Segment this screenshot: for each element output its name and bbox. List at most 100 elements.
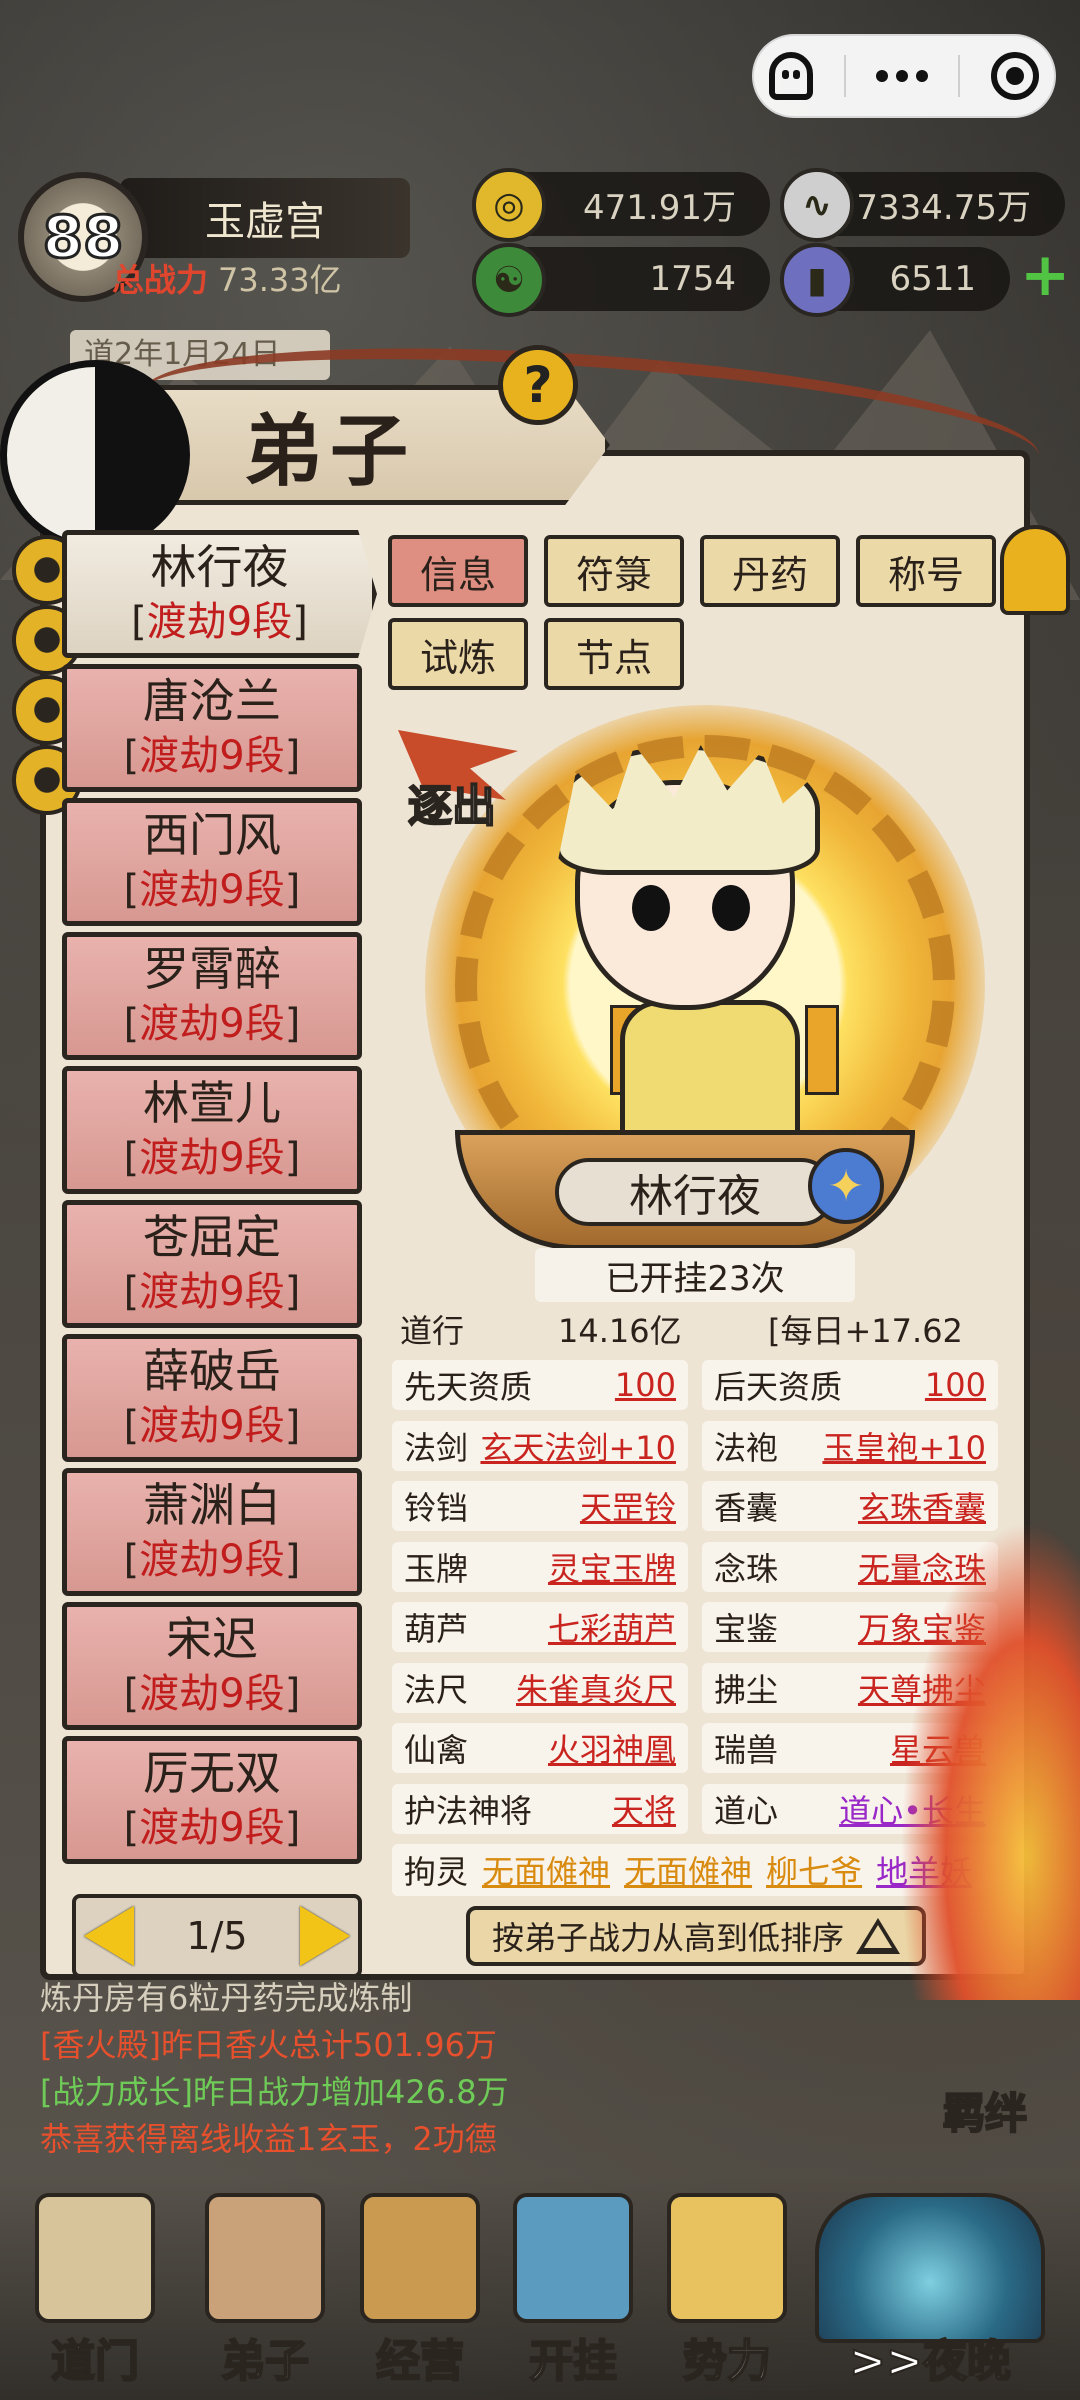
stat-value[interactable]: 玄天法剑+10: [480, 1423, 676, 1469]
nav-item[interactable]: >>夜晚: [805, 2175, 1045, 2400]
disciple-name: 厉无双: [143, 1746, 281, 1800]
disciple-rank: [渡劫9段]: [123, 1537, 301, 1583]
page-indicator: 1/5: [186, 1914, 248, 1958]
disciple-item[interactable]: 西门风 [渡劫9段]: [62, 798, 362, 926]
disciple-item[interactable]: 林行夜 [渡劫9段]: [62, 530, 377, 658]
tab-1[interactable]: 信息: [388, 535, 528, 607]
total-power-label: 总战力: [112, 261, 209, 299]
tab-2[interactable]: 符箓: [544, 535, 684, 607]
stat-value[interactable]: 灵宝玉牌: [548, 1544, 676, 1590]
nav-label: 势力: [682, 2335, 772, 2388]
disciple-rank: [渡劫9段]: [131, 599, 308, 645]
incense-icon: ∿: [780, 168, 854, 242]
prev-page-button[interactable]: [84, 1906, 134, 1966]
disciple-realm: 渡劫9段: [139, 867, 285, 913]
disciple-item[interactable]: 唐沧兰 [渡劫9段]: [62, 664, 362, 792]
stat-value[interactable]: 玉皇袍+10: [822, 1423, 986, 1469]
tab-6[interactable]: 节点: [544, 618, 684, 690]
stat-cell[interactable]: 玉牌 灵宝玉牌: [392, 1541, 688, 1592]
stat-label: 法袍: [714, 1428, 779, 1467]
disciple-rank: [渡劫9段]: [123, 1269, 301, 1315]
disciple-item[interactable]: 宋迟 [渡劫9段]: [62, 1602, 362, 1730]
stat-value[interactable]: 100: [925, 1366, 986, 1404]
stat-value[interactable]: 七彩葫芦: [548, 1604, 676, 1650]
nav-icon: [513, 2193, 633, 2323]
disciple-item[interactable]: 厉无双 [渡劫9段]: [62, 1736, 362, 1864]
nav-item[interactable]: 开挂: [498, 2175, 648, 2400]
message-log: 炼丹房有6粒丹药完成炼制 [香火殿]昨日香火总计501.96万 [战力成长]昨日战力…: [40, 1975, 640, 2175]
nav-label: 道门: [50, 2335, 140, 2388]
stat-cell[interactable]: 葫芦 七彩葫芦: [392, 1602, 688, 1652]
disciple-realm: 渡劫9段: [139, 1537, 285, 1583]
juling-label: 拘灵: [404, 1853, 469, 1891]
coin-icon: ◎: [472, 168, 546, 242]
scepter-icon[interactable]: ✦: [808, 1148, 884, 1224]
stat-cell[interactable]: 仙禽 火羽神凰: [392, 1723, 688, 1773]
jade-value: 1754: [649, 259, 736, 299]
stat-cell[interactable]: 法剑 玄天法剑+10: [392, 1420, 688, 1471]
expel-button[interactable]: 逐出: [398, 730, 538, 840]
more-icon[interactable]: [875, 70, 928, 82]
tab-3[interactable]: 丹药: [700, 535, 840, 607]
stat-row: 先天资质 100 后天资质 100: [392, 1360, 1000, 1412]
stat-label: 仙禽: [404, 1731, 469, 1769]
disciple-realm: 渡劫9段: [146, 599, 293, 645]
stat-cell[interactable]: 法尺 朱雀真炎尺: [392, 1662, 688, 1713]
disciple-rank: [渡劫9段]: [123, 1001, 301, 1047]
nav-item[interactable]: 经营: [345, 2175, 495, 2400]
disciple-rank: [渡劫9段]: [123, 867, 301, 913]
disciple-realm: 渡劫9段: [139, 1671, 285, 1717]
tab-5[interactable]: 试炼: [388, 618, 528, 690]
stat-label: 铃铛: [404, 1489, 469, 1527]
daoxing-label: 道行: [400, 1312, 465, 1350]
stat-cell[interactable]: 先天资质 100: [392, 1360, 688, 1410]
ghost-icon[interactable]: [769, 52, 814, 100]
disciple-name: 宋迟: [166, 1612, 258, 1666]
miniprogram-capsule: [752, 34, 1056, 118]
stat-value[interactable]: 朱雀真炎尺: [516, 1665, 676, 1711]
nav-item[interactable]: 道门: [20, 2175, 170, 2400]
next-page-button[interactable]: [300, 1906, 350, 1966]
stat-value[interactable]: 火羽神凰: [548, 1725, 676, 1771]
talisman-icon: [805, 1005, 839, 1095]
stat-cell[interactable]: 护法神将 天将: [392, 1783, 688, 1834]
stat-label: 先天资质: [404, 1368, 533, 1406]
disciple-rank: [渡劫9段]: [123, 1805, 301, 1851]
help-button[interactable]: ?: [498, 345, 578, 425]
stat-cell[interactable]: 后天资质 100: [702, 1360, 998, 1410]
taiji-icon: [0, 360, 190, 550]
stat-value[interactable]: 天将: [612, 1786, 676, 1832]
nav-icon: [667, 2193, 787, 2323]
disciple-item[interactable]: 罗霄醉 [渡劫9段]: [62, 932, 362, 1060]
nav-item[interactable]: 弟子: [190, 2175, 340, 2400]
target-icon[interactable]: [990, 52, 1039, 100]
nav-item[interactable]: 势力: [652, 2175, 802, 2400]
capsule-divider: [958, 55, 961, 97]
stat-label: 后天资质: [714, 1368, 843, 1406]
disciple-item[interactable]: 薛破岳 [渡劫9段]: [62, 1334, 362, 1462]
stat-cell[interactable]: 法袍 玉皇袍+10: [702, 1420, 998, 1471]
stat-label: 法剑: [404, 1428, 469, 1467]
disciple-name: 罗霄醉: [143, 942, 281, 996]
total-power-value: 73.33亿: [218, 261, 342, 299]
add-scroll-icon[interactable]: +: [1020, 245, 1070, 305]
disciple-realm: 渡劫9段: [139, 733, 285, 779]
stat-cell[interactable]: 铃铛 天罡铃: [392, 1481, 688, 1531]
sort-button[interactable]: 按弟子战力从高到低排序: [466, 1906, 926, 1966]
tab-4[interactable]: 称号: [856, 535, 996, 607]
juling-value[interactable]: 柳七爷: [766, 1847, 862, 1893]
disciple-item[interactable]: 萧渊白 [渡劫9段]: [62, 1468, 362, 1596]
nav-label: 开挂: [528, 2335, 618, 2388]
juling-value[interactable]: 无面傩神: [482, 1847, 610, 1893]
stat-label: 道心: [714, 1791, 779, 1830]
bond-button[interactable]: 羁绊: [905, 2070, 1065, 2150]
stat-label: 护法神将: [404, 1791, 533, 1830]
stat-value[interactable]: 天罡铃: [580, 1483, 676, 1529]
disciple-item[interactable]: 林萱儿 [渡劫9段]: [62, 1066, 362, 1194]
disciple-item[interactable]: 苍屈定 [渡劫9段]: [62, 1200, 362, 1328]
stat-value[interactable]: 100: [615, 1366, 676, 1404]
disciple-rank: [渡劫9段]: [123, 1403, 301, 1449]
juling-value[interactable]: 无面傩神: [624, 1847, 752, 1893]
total-power: 总战力 73.33亿: [112, 255, 342, 301]
capsule-divider: [843, 55, 846, 97]
